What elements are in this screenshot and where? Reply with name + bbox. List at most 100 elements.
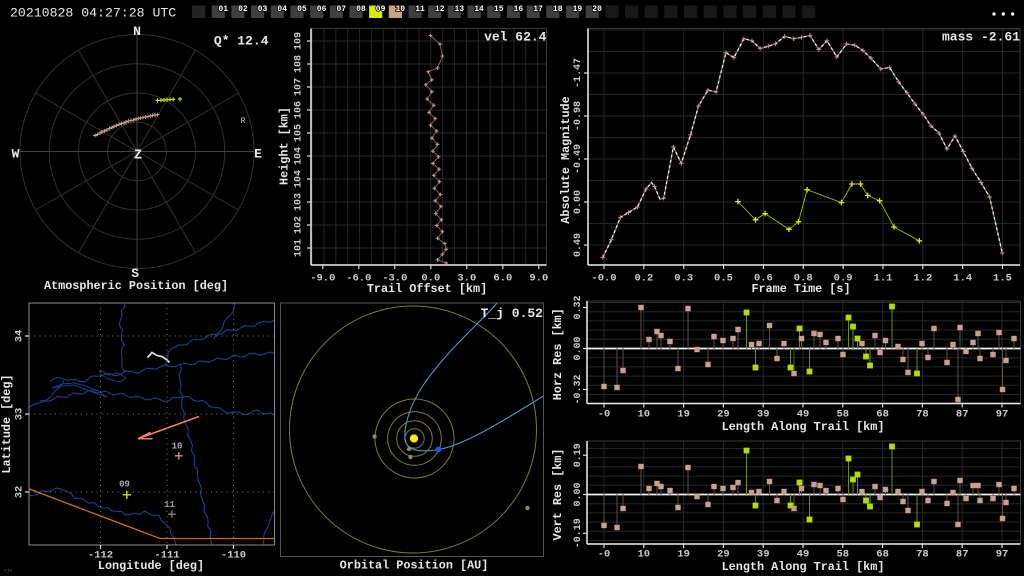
svg-text:33: 33 (14, 408, 26, 421)
svg-text:19: 19 (677, 549, 690, 561)
svg-text:108: 108 (294, 55, 305, 73)
svg-text:68: 68 (876, 549, 889, 561)
svg-text:15: 15 (494, 5, 504, 14)
svg-text:0.5: 0.5 (714, 273, 733, 285)
svg-text:Orbital Position [AU]: Orbital Position [AU] (340, 559, 489, 573)
svg-text:Length Along Trail [km]: Length Along Trail [km] (722, 420, 885, 434)
svg-text:11: 11 (164, 500, 175, 510)
svg-text:06: 06 (317, 5, 327, 14)
svg-text:58: 58 (836, 549, 849, 561)
svg-text:39: 39 (757, 409, 770, 421)
svg-text:107: 107 (294, 78, 305, 96)
svg-text:68: 68 (876, 409, 889, 421)
svg-text:10: 10 (395, 5, 405, 14)
svg-text:13: 13 (454, 5, 464, 14)
svg-text:10: 10 (172, 442, 183, 452)
svg-text:-0.19: -0.19 (573, 518, 584, 548)
svg-text:Horz Res [km]: Horz Res [km] (551, 308, 565, 400)
svg-text:09: 09 (119, 480, 130, 490)
svg-text:103: 103 (294, 193, 305, 211)
svg-text:87: 87 (956, 549, 969, 561)
svg-text:1.1: 1.1 (874, 273, 893, 285)
svg-text:105: 105 (294, 124, 305, 142)
svg-text:1.5: 1.5 (993, 273, 1012, 285)
svg-text:W: W (12, 147, 20, 162)
svg-text:08: 08 (356, 5, 366, 14)
svg-text:07: 07 (336, 5, 346, 14)
svg-text:Absolute Magnitude: Absolute Magnitude (559, 96, 573, 223)
svg-text:18: 18 (553, 5, 563, 14)
svg-text:9.0: 9.0 (529, 273, 548, 285)
svg-text:104: 104 (294, 147, 305, 165)
svg-text:-9.0: -9.0 (310, 273, 335, 285)
svg-text:0.49: 0.49 (573, 233, 584, 257)
svg-text:-0.0: -0.0 (591, 273, 616, 285)
svg-text:njw: njw (4, 568, 12, 574)
svg-text:14: 14 (474, 5, 484, 14)
svg-text:19: 19 (677, 409, 690, 421)
svg-text:-0.49: -0.49 (573, 144, 584, 174)
svg-text:-0: -0 (598, 409, 611, 421)
svg-text:10: 10 (637, 549, 650, 561)
svg-text:6.0: 6.0 (493, 273, 512, 285)
svg-text:0.19: 0.19 (573, 443, 584, 467)
svg-text:20: 20 (592, 5, 602, 14)
svg-text:32: 32 (14, 486, 26, 499)
svg-text:-110: -110 (221, 550, 246, 562)
svg-text:01: 01 (218, 5, 228, 14)
svg-text:11: 11 (415, 5, 425, 14)
svg-text:mass -2.61: mass -2.61 (942, 30, 1020, 45)
svg-text:Vert Res [km]: Vert Res [km] (551, 448, 565, 540)
svg-text:N: N (133, 24, 141, 39)
svg-text:106: 106 (294, 101, 305, 119)
svg-text:vel 62.4: vel 62.4 (484, 30, 547, 45)
svg-text:0.32: 0.32 (573, 295, 584, 319)
svg-text:-1.47: -1.47 (573, 58, 584, 88)
svg-text:34: 34 (14, 330, 26, 343)
svg-text:04: 04 (277, 5, 287, 14)
svg-text:97: 97 (996, 549, 1009, 561)
svg-text:19: 19 (573, 5, 583, 14)
svg-text:16: 16 (514, 5, 524, 14)
svg-text:104: 104 (294, 170, 305, 188)
svg-text:Z: Z (134, 149, 142, 164)
svg-text:17: 17 (533, 5, 543, 14)
svg-text:20210828 04:27:28 UTC: 20210828 04:27:28 UTC (10, 6, 176, 21)
svg-text:E: E (254, 147, 262, 162)
svg-text:101: 101 (294, 239, 305, 257)
svg-text:-0.98: -0.98 (573, 101, 584, 131)
svg-text:-0: -0 (598, 549, 611, 561)
svg-text:10: 10 (637, 409, 650, 421)
svg-text:Frame Time [s]: Frame Time [s] (751, 282, 850, 296)
svg-text:49: 49 (797, 409, 810, 421)
svg-text:49: 49 (797, 549, 810, 561)
svg-text:Atmospheric Position [deg]: Atmospheric Position [deg] (44, 279, 228, 293)
svg-text:0.2: 0.2 (634, 273, 653, 285)
svg-text:12: 12 (435, 5, 445, 14)
svg-text:29: 29 (717, 409, 730, 421)
svg-text:0.00: 0.00 (573, 482, 584, 506)
svg-text:05: 05 (297, 5, 307, 14)
svg-text:29: 29 (717, 549, 730, 561)
svg-text:0.00: 0.00 (573, 336, 584, 360)
svg-text:1.4: 1.4 (953, 273, 972, 285)
svg-text:09: 09 (376, 5, 386, 14)
svg-text:0.3: 0.3 (674, 273, 693, 285)
svg-text:Q* 12.4: Q* 12.4 (214, 34, 269, 49)
svg-text:87: 87 (956, 409, 969, 421)
svg-text:78: 78 (916, 409, 929, 421)
svg-text:58: 58 (836, 409, 849, 421)
svg-text:R: R (241, 117, 246, 126)
svg-text:Latitude [deg]: Latitude [deg] (0, 374, 14, 473)
svg-text:97: 97 (996, 409, 1009, 421)
svg-text:39: 39 (757, 549, 770, 561)
svg-text:03: 03 (258, 5, 268, 14)
svg-text:Height [km]: Height [km] (278, 107, 292, 185)
svg-text:102: 102 (294, 216, 305, 234)
svg-text:02: 02 (238, 5, 248, 14)
svg-text:0.00: 0.00 (573, 190, 584, 214)
svg-text:109: 109 (294, 32, 305, 50)
svg-text:-0.32: -0.32 (573, 374, 584, 404)
svg-text:Trail Offset [km]: Trail Offset [km] (367, 282, 487, 296)
svg-text:T_j 0.52: T_j 0.52 (481, 306, 544, 321)
